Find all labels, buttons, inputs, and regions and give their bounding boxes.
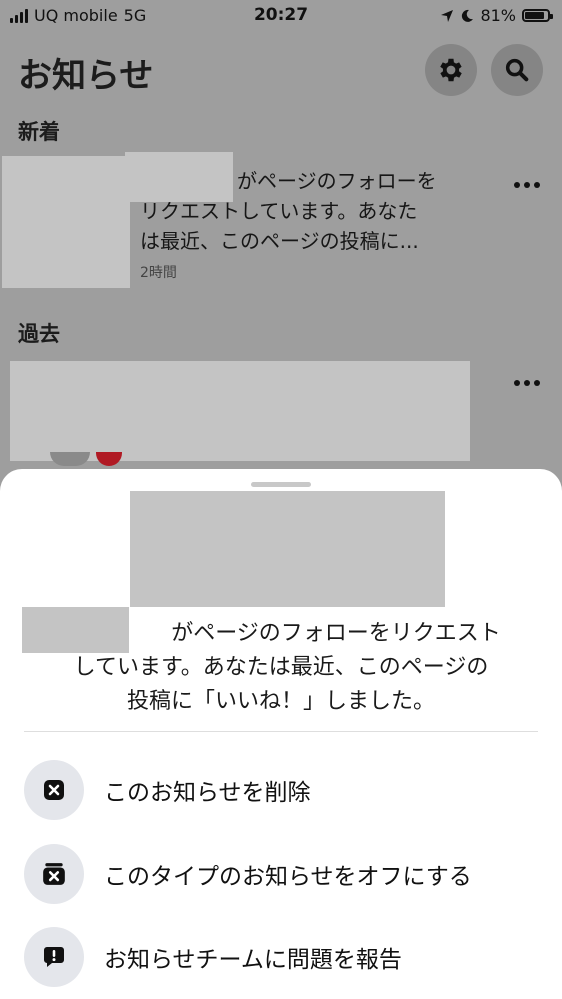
more-options-button[interactable] (507, 373, 547, 393)
more-dot-icon (514, 380, 520, 386)
action-icon-wrap (24, 927, 84, 987)
search-icon (505, 58, 529, 82)
status-badge (96, 452, 122, 466)
notification-off-icon (43, 863, 65, 885)
bottom-sheet: がページのフォローをリクエスト しています。あなたは最近、このページの 投稿に「… (0, 469, 562, 999)
report-icon (44, 947, 64, 967)
redacted-profile-image (130, 491, 445, 607)
action-icon-wrap (24, 844, 84, 904)
battery-percent: 81% (480, 6, 516, 25)
more-dot-icon (524, 182, 530, 188)
close-box-icon (44, 780, 64, 800)
notification-line: は最近、このページの投稿に... (140, 229, 419, 253)
search-button[interactable] (491, 44, 543, 96)
sheet-message-line: 投稿に「いいね！」しました。 (126, 689, 435, 714)
section-label-new: 新着 (18, 120, 60, 144)
delete-notification-button[interactable]: このお知らせを削除 (24, 760, 538, 820)
status-right: 81% (440, 6, 553, 25)
more-dot-icon (524, 380, 530, 386)
action-label: このお知らせを削除 (104, 780, 311, 806)
redacted-avatar (2, 156, 130, 288)
battery-icon (522, 9, 553, 22)
redacted-name (22, 607, 129, 653)
more-options-button[interactable] (507, 175, 547, 195)
action-label: お知らせチームに問題を報告 (104, 947, 402, 973)
section-label-past: 過去 (18, 322, 60, 346)
divider (24, 731, 538, 732)
do-not-disturb-moon-icon (462, 9, 474, 22)
turn-off-notification-type-button[interactable]: このタイプのお知らせをオフにする (24, 844, 538, 904)
more-dot-icon (514, 182, 520, 188)
redacted-name (125, 152, 233, 202)
redacted-notification (10, 361, 470, 461)
gear-icon (440, 58, 462, 82)
sheet-grabber[interactable] (251, 482, 311, 487)
location-arrow-icon (441, 9, 454, 22)
action-label: このタイプのお知らせをオフにする (104, 864, 472, 890)
status-bar: UQ mobile 5G 20:27 81% (0, 0, 562, 34)
action-icon-wrap (24, 760, 84, 820)
report-problem-button[interactable]: お知らせチームに問題を報告 (24, 927, 538, 987)
settings-button[interactable] (425, 44, 477, 96)
notification-time: 2時間 (140, 265, 177, 281)
sheet-message-line: しています。あなたは最近、このページの (73, 655, 489, 680)
avatar (50, 452, 90, 466)
more-dot-icon (534, 380, 540, 386)
page-title: お知らせ (18, 56, 154, 96)
more-dot-icon (534, 182, 540, 188)
